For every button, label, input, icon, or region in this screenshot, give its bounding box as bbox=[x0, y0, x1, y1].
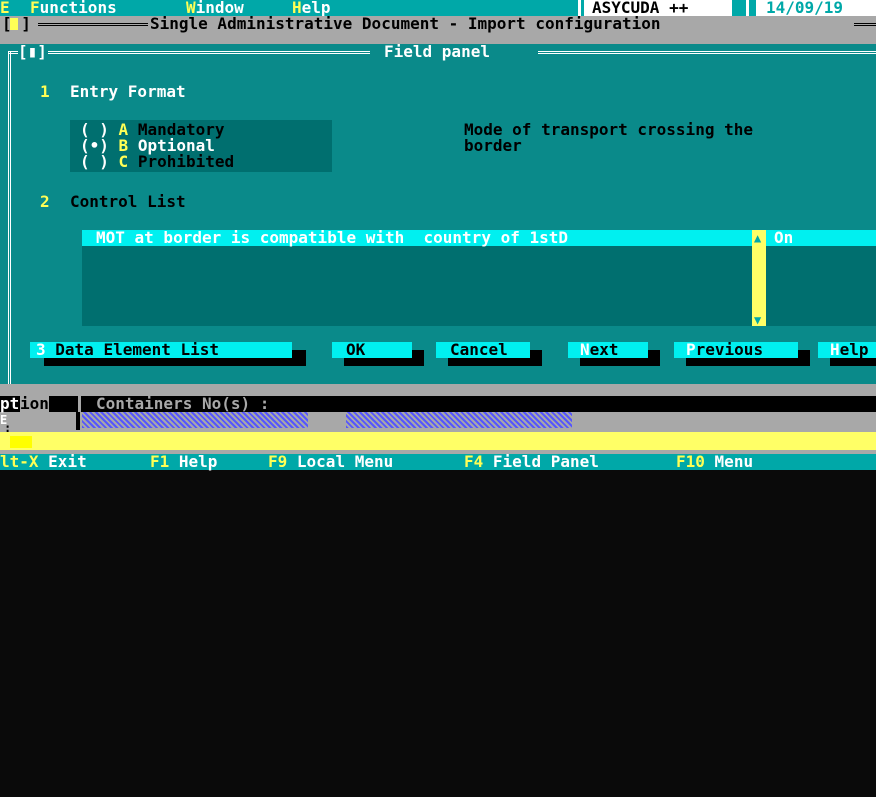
status-exit[interactable]: lt-X Exit bbox=[0, 454, 87, 470]
containers-field-2[interactable] bbox=[346, 412, 572, 428]
button-shadow bbox=[686, 358, 810, 366]
status-help-label: Help bbox=[178, 452, 218, 471]
scroll-thumb[interactable] bbox=[10, 436, 32, 448]
status-bar: lt-X Exit F1 Help F9 Local Menu F4 Field… bbox=[0, 454, 876, 470]
button-shadow bbox=[580, 358, 660, 366]
status-help[interactable]: F1 Help bbox=[150, 454, 217, 470]
button-shadow bbox=[292, 350, 306, 358]
button-shadow bbox=[648, 350, 660, 358]
containers-field-1[interactable] bbox=[82, 412, 308, 428]
title-rule-left bbox=[38, 23, 148, 26]
field-divider bbox=[76, 412, 80, 430]
status-local-menu-label: Local Menu bbox=[296, 452, 394, 471]
date-display: 14/09/19 bbox=[756, 0, 876, 16]
control-list-row-state: On bbox=[774, 228, 794, 247]
section-number-2: 2 bbox=[40, 192, 50, 211]
close-box-icon bbox=[10, 18, 18, 30]
containers-label: Containers No(s) : bbox=[96, 394, 270, 413]
help-button[interactable]: Help bbox=[818, 342, 876, 358]
panel-rule-b bbox=[48, 51, 370, 54]
status-local-menu[interactable]: F9 Local Menu bbox=[268, 454, 393, 470]
previous-button[interactable]: Previous bbox=[674, 342, 798, 358]
horizontal-scrollbar[interactable] bbox=[0, 432, 876, 450]
title-rule-right bbox=[854, 23, 876, 26]
control-list-scrollbar[interactable]: ▲ ▼ bbox=[752, 230, 766, 328]
button-shadow bbox=[344, 358, 424, 366]
menu-functions-label: unctions bbox=[39, 0, 117, 17]
form-row: pt ion Containers No(s) : bbox=[0, 396, 876, 412]
radio-prohibited[interactable]: ( ) C Prohibited bbox=[80, 154, 234, 170]
section-label-control-list: Control List bbox=[70, 192, 186, 211]
status-local-menu-key: F9 bbox=[268, 452, 288, 471]
button-shadow bbox=[44, 358, 306, 366]
button-shadow bbox=[448, 358, 542, 366]
menu-functions-hotkey: F bbox=[30, 0, 40, 17]
document-title: Single Administrative Document - Import … bbox=[150, 14, 661, 33]
menu-divider-2 bbox=[746, 0, 749, 16]
button-shadow bbox=[530, 350, 542, 358]
form-background: pt ion Containers No(s) : E : lt-X Exit … bbox=[0, 384, 876, 470]
button-shadow bbox=[412, 350, 424, 358]
tab-cut: pt bbox=[0, 394, 20, 413]
status-menu-label: Menu bbox=[714, 452, 754, 471]
panel-title: Field panel bbox=[384, 42, 490, 61]
ok-button[interactable]: OK bbox=[332, 342, 412, 358]
section-label-entry-format: Entry Format bbox=[70, 82, 186, 101]
section-number-1: 1 bbox=[40, 82, 50, 101]
next-hotkey: N bbox=[580, 340, 590, 359]
next-button[interactable]: Next bbox=[568, 342, 648, 358]
field-panel: [▮] Field panel 1 Entry Format ( ) A Man… bbox=[0, 44, 876, 384]
button-shadow bbox=[798, 350, 810, 358]
status-field-panel[interactable]: F4 Field Panel bbox=[464, 454, 599, 470]
data-element-list-button[interactable]: 3 Data Element List bbox=[30, 342, 292, 358]
entry-format-radio-group: ( ) A Mandatory (•) B Optional ( ) C Pro… bbox=[70, 120, 332, 172]
previous-label: revious bbox=[695, 340, 764, 359]
data-element-list-label: Data Element List bbox=[45, 340, 220, 359]
cancel-label: Cancel bbox=[450, 340, 508, 359]
field-description-line2: border bbox=[464, 136, 522, 155]
status-exit-label: Exit bbox=[48, 452, 87, 471]
radio-prohibited-letter: C bbox=[118, 152, 129, 171]
radio-prohibited-marker: ( ) bbox=[80, 152, 109, 171]
panel-rule-c bbox=[538, 51, 876, 54]
help-hotkey: H bbox=[830, 340, 840, 359]
menu-functions[interactable]: Functions bbox=[30, 0, 117, 16]
status-exit-key: lt-X bbox=[0, 452, 39, 471]
scroll-down-icon[interactable]: ▼ bbox=[754, 312, 761, 328]
tab-option[interactable]: ion bbox=[20, 396, 49, 412]
button-shadow bbox=[830, 358, 876, 366]
cancel-button[interactable]: Cancel bbox=[436, 342, 530, 358]
next-label: ext bbox=[589, 340, 619, 359]
status-menu-key: F10 bbox=[676, 452, 705, 471]
radio-prohibited-label: Prohibited bbox=[137, 152, 235, 171]
panel-close-button[interactable]: [▮] bbox=[18, 44, 47, 60]
previous-hotkey: P bbox=[686, 340, 696, 359]
control-list-row-text: MOT at border is compatible with country… bbox=[96, 228, 569, 247]
ok-label: OK bbox=[346, 340, 366, 359]
status-field-panel-label: Field Panel bbox=[492, 452, 599, 471]
scroll-up-icon[interactable]: ▲ bbox=[754, 230, 761, 246]
status-menu[interactable]: F10 Menu bbox=[676, 454, 753, 470]
data-element-list-hotkey: 3 bbox=[36, 340, 46, 359]
status-help-key: F1 bbox=[150, 452, 170, 471]
status-field-panel-key: F4 bbox=[464, 452, 484, 471]
tab-divider bbox=[78, 396, 81, 412]
help-label: elp bbox=[839, 340, 869, 359]
panel-border-left bbox=[8, 51, 14, 384]
control-list[interactable]: MOT at border is compatible with country… bbox=[82, 228, 876, 328]
